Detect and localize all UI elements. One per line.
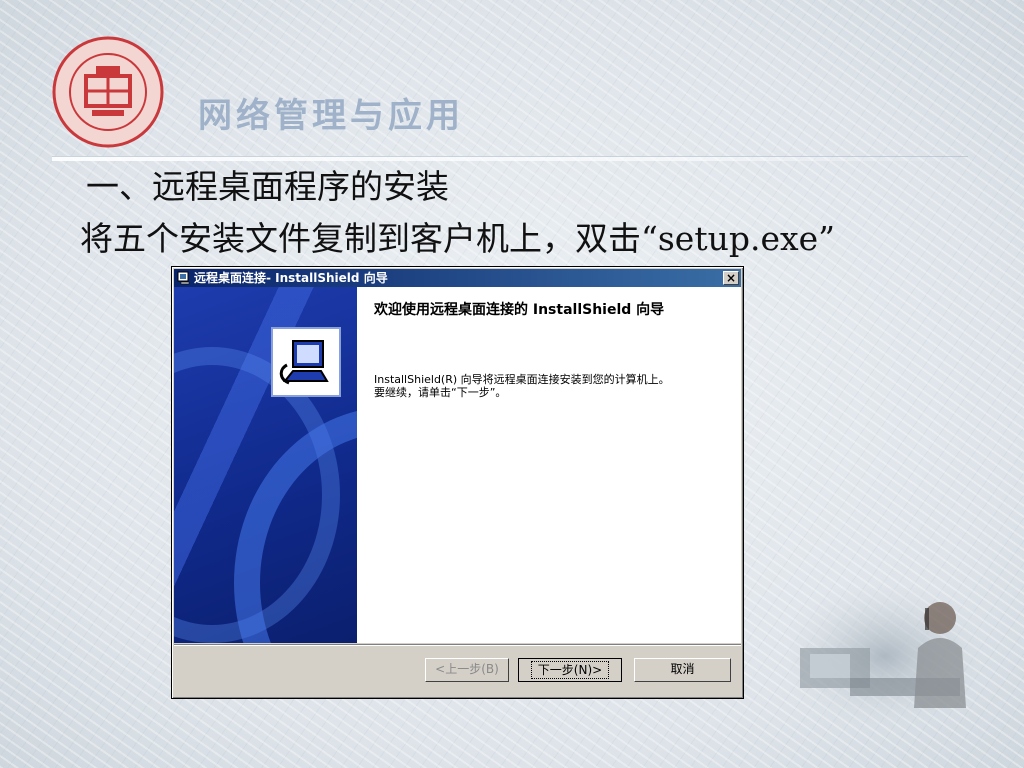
description-line-1: InstallShield(R) 向导将远程桌面连接安装到您的计算机上。 bbox=[374, 373, 670, 386]
installer-title-text: 远程桌面连接- InstallShield 向导 bbox=[194, 271, 388, 285]
cancel-button[interactable]: 取消 bbox=[634, 658, 731, 682]
footer-divider bbox=[174, 644, 741, 646]
back-button[interactable]: <上一步(B) bbox=[425, 658, 509, 682]
next-button[interactable]: 下一步(N)> bbox=[518, 658, 622, 682]
computer-lab-photo bbox=[790, 588, 980, 724]
close-icon[interactable]: × bbox=[723, 271, 739, 285]
installer-computer-icon bbox=[271, 327, 341, 397]
slide-instruction: 将五个安装文件复制到客户机上，双击“setup.exe” bbox=[80, 219, 836, 258]
header-title: 网络管理与应用 bbox=[198, 96, 464, 136]
description-line-2: 要继续，请单击“下一步”。 bbox=[374, 386, 507, 399]
slide-heading: 一、远程桌面程序的安装 bbox=[86, 167, 449, 206]
welcome-description: InstallShield(R) 向导将远程桌面连接安装到您的计算机上。 要继续… bbox=[374, 373, 670, 399]
university-logo bbox=[52, 36, 164, 148]
next-button-label: 下一步(N)> bbox=[530, 661, 610, 679]
installer-side-banner bbox=[174, 287, 357, 643]
installer-window: 远程桌面连接- InstallShield 向导 × 欢迎使用远程桌面连接的 I… bbox=[171, 266, 744, 699]
installer-app-icon bbox=[177, 271, 190, 285]
installer-title-bar[interactable]: 远程桌面连接- InstallShield 向导 × bbox=[174, 269, 741, 287]
welcome-heading: 欢迎使用远程桌面连接的 InstallShield 向导 bbox=[374, 302, 665, 318]
installer-content: 欢迎使用远程桌面连接的 InstallShield 向导 InstallShie… bbox=[357, 287, 741, 643]
